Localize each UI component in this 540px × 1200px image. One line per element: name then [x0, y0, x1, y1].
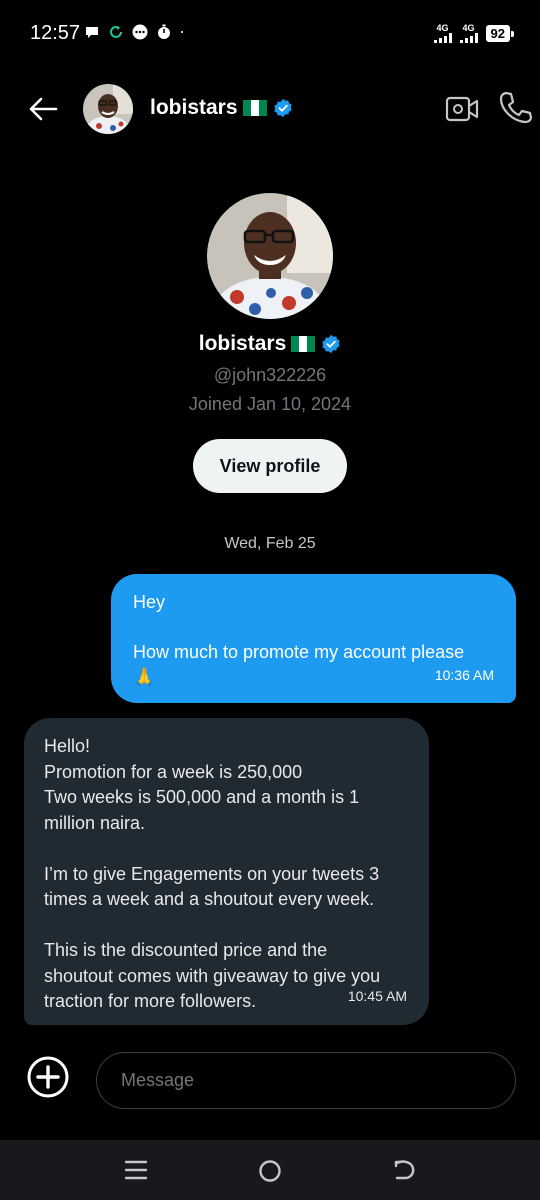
- verified-badge-icon: [322, 334, 340, 354]
- message-text: Hello!: [44, 736, 91, 756]
- home-icon[interactable]: [258, 1159, 282, 1183]
- profile-avatar-image: [207, 193, 333, 319]
- incoming-message-bubble[interactable]: Hello! Promotion for a week is 250,000 T…: [24, 718, 429, 1025]
- status-notification-icons: [84, 24, 188, 40]
- date-separator: Wed, Feb 25: [224, 535, 316, 552]
- profile-avatar[interactable]: [207, 193, 333, 319]
- timer-icon: [158, 24, 170, 39]
- nigeria-flag-icon: [242, 100, 267, 116]
- status-right-group: 4G 4G 92: [433, 23, 515, 43]
- network-indicator-1: 4G: [433, 23, 452, 43]
- message-text: How much to promote my account please: [133, 642, 465, 662]
- message-spacer: [133, 615, 494, 640]
- conversation-header: lobistars: [0, 78, 540, 140]
- header-title[interactable]: lobistars: [150, 96, 293, 120]
- video-call-icon[interactable]: [444, 92, 480, 126]
- verified-badge-icon: [273, 98, 292, 118]
- profile-name: lobistars: [0, 332, 540, 356]
- profile-joined-date: Joined Jan 10, 2024: [188, 394, 352, 414]
- nigeria-flag-icon: [291, 336, 316, 352]
- back-arrow-icon[interactable]: [26, 92, 60, 126]
- message-spacer: [44, 836, 409, 862]
- more-dots-icon: [132, 24, 148, 40]
- message-spacer: [44, 913, 409, 939]
- message-text: million naira.: [44, 812, 146, 833]
- status-time: 12:57: [30, 22, 81, 44]
- network-label-2: 4G: [462, 23, 475, 33]
- header-name-text: lobistars: [150, 96, 238, 119]
- message-text: Two weeks is 500,000 and a month is 1: [44, 787, 360, 807]
- battery-indicator: 92: [485, 25, 515, 42]
- network-label-1: 4G: [436, 23, 449, 33]
- message-text: times a week and a shoutout every week.: [44, 889, 375, 909]
- chat-bubble-icon: [86, 27, 98, 38]
- signal-icon: [459, 33, 478, 43]
- outgoing-message-bubble[interactable]: Hey How much to promote my account pleas…: [111, 574, 516, 703]
- network-indicator-2: 4G: [459, 23, 478, 43]
- message-timestamp: 10:45 AM: [347, 987, 407, 1004]
- avatar[interactable]: [83, 84, 133, 134]
- status-bar: 12:57 4G 4G 92: [0, 0, 540, 68]
- phone-call-icon[interactable]: [498, 90, 532, 126]
- profile-name-text: lobistars: [198, 332, 287, 355]
- sync-icon: [110, 26, 122, 38]
- view-profile-button[interactable]: View profile: [193, 439, 347, 493]
- recent-apps-icon[interactable]: [124, 1159, 148, 1181]
- system-back-icon[interactable]: [392, 1158, 418, 1182]
- message-text: I’m to give Engagements on your tweets 3: [44, 863, 380, 884]
- message-text: This is the discounted price and the: [44, 940, 328, 960]
- add-media-icon[interactable]: [27, 1056, 69, 1098]
- message-input[interactable]: [96, 1052, 516, 1109]
- avatar-image: [83, 84, 133, 134]
- system-navigation-bar: [0, 1140, 540, 1200]
- message-text: Hey: [133, 592, 166, 612]
- signal-icon: [433, 33, 452, 43]
- message-text: Promotion for a week is 250,000: [44, 761, 303, 782]
- profile-handle: @john322226: [213, 365, 327, 385]
- message-timestamp: 10:36 AM: [434, 667, 494, 683]
- dot-icon: [181, 31, 183, 33]
